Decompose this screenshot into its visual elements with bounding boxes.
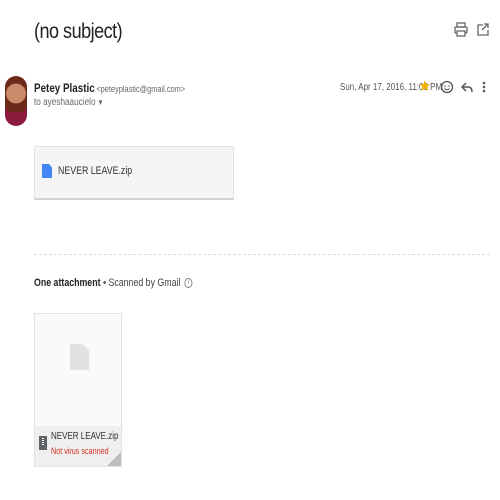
zip-file-icon xyxy=(39,436,47,450)
inline-attachment-name: NEVER LEAVE.zip xyxy=(58,165,133,177)
virus-scan-status: Not virus scanned xyxy=(51,446,109,456)
star-icon[interactable]: ★ xyxy=(418,78,431,96)
header-actions xyxy=(454,22,490,38)
reply-icon[interactable] xyxy=(460,78,474,101)
attachments-header: One attachment • Scanned by Gmail i xyxy=(34,277,193,289)
emoji-reaction-icon[interactable] xyxy=(440,78,454,101)
scanned-label: Scanned by Gmail xyxy=(108,277,181,289)
attachment-file-name: NEVER LEAVE.zip xyxy=(51,431,119,442)
attachment-card-footer: NEVER LEAVE.zip Not virus scanned xyxy=(35,426,121,466)
attachment-count: One attachment xyxy=(34,277,101,289)
info-icon[interactable]: i xyxy=(184,278,193,289)
separator-dot: • xyxy=(102,277,107,289)
sender-email: <peteyplastic@gmail.com> xyxy=(96,84,186,94)
divider xyxy=(34,254,490,255)
recipient-text: to ayeshaaucielo xyxy=(34,97,96,108)
print-icon[interactable] xyxy=(454,22,468,38)
sender-name[interactable]: Petey Plastic xyxy=(34,81,95,95)
sender-avatar[interactable] xyxy=(5,76,27,126)
chevron-down-icon[interactable]: ▼ xyxy=(97,98,103,107)
email-subject: (no subject) xyxy=(34,20,123,43)
more-vertical-icon[interactable] xyxy=(481,78,487,101)
page-fold-corner xyxy=(107,452,121,466)
inline-attachment-chip[interactable]: NEVER LEAVE.zip xyxy=(34,146,234,200)
file-preview-icon xyxy=(70,344,89,370)
attachment-card[interactable]: NEVER LEAVE.zip Not virus scanned xyxy=(34,313,122,467)
document-icon xyxy=(42,164,52,178)
open-in-new-window-icon[interactable] xyxy=(476,22,490,38)
recipient-line[interactable]: to ayeshaaucielo ▼ xyxy=(34,97,104,108)
sender-line: Petey Plastic <peteyplastic@gmail.com> xyxy=(34,81,185,95)
